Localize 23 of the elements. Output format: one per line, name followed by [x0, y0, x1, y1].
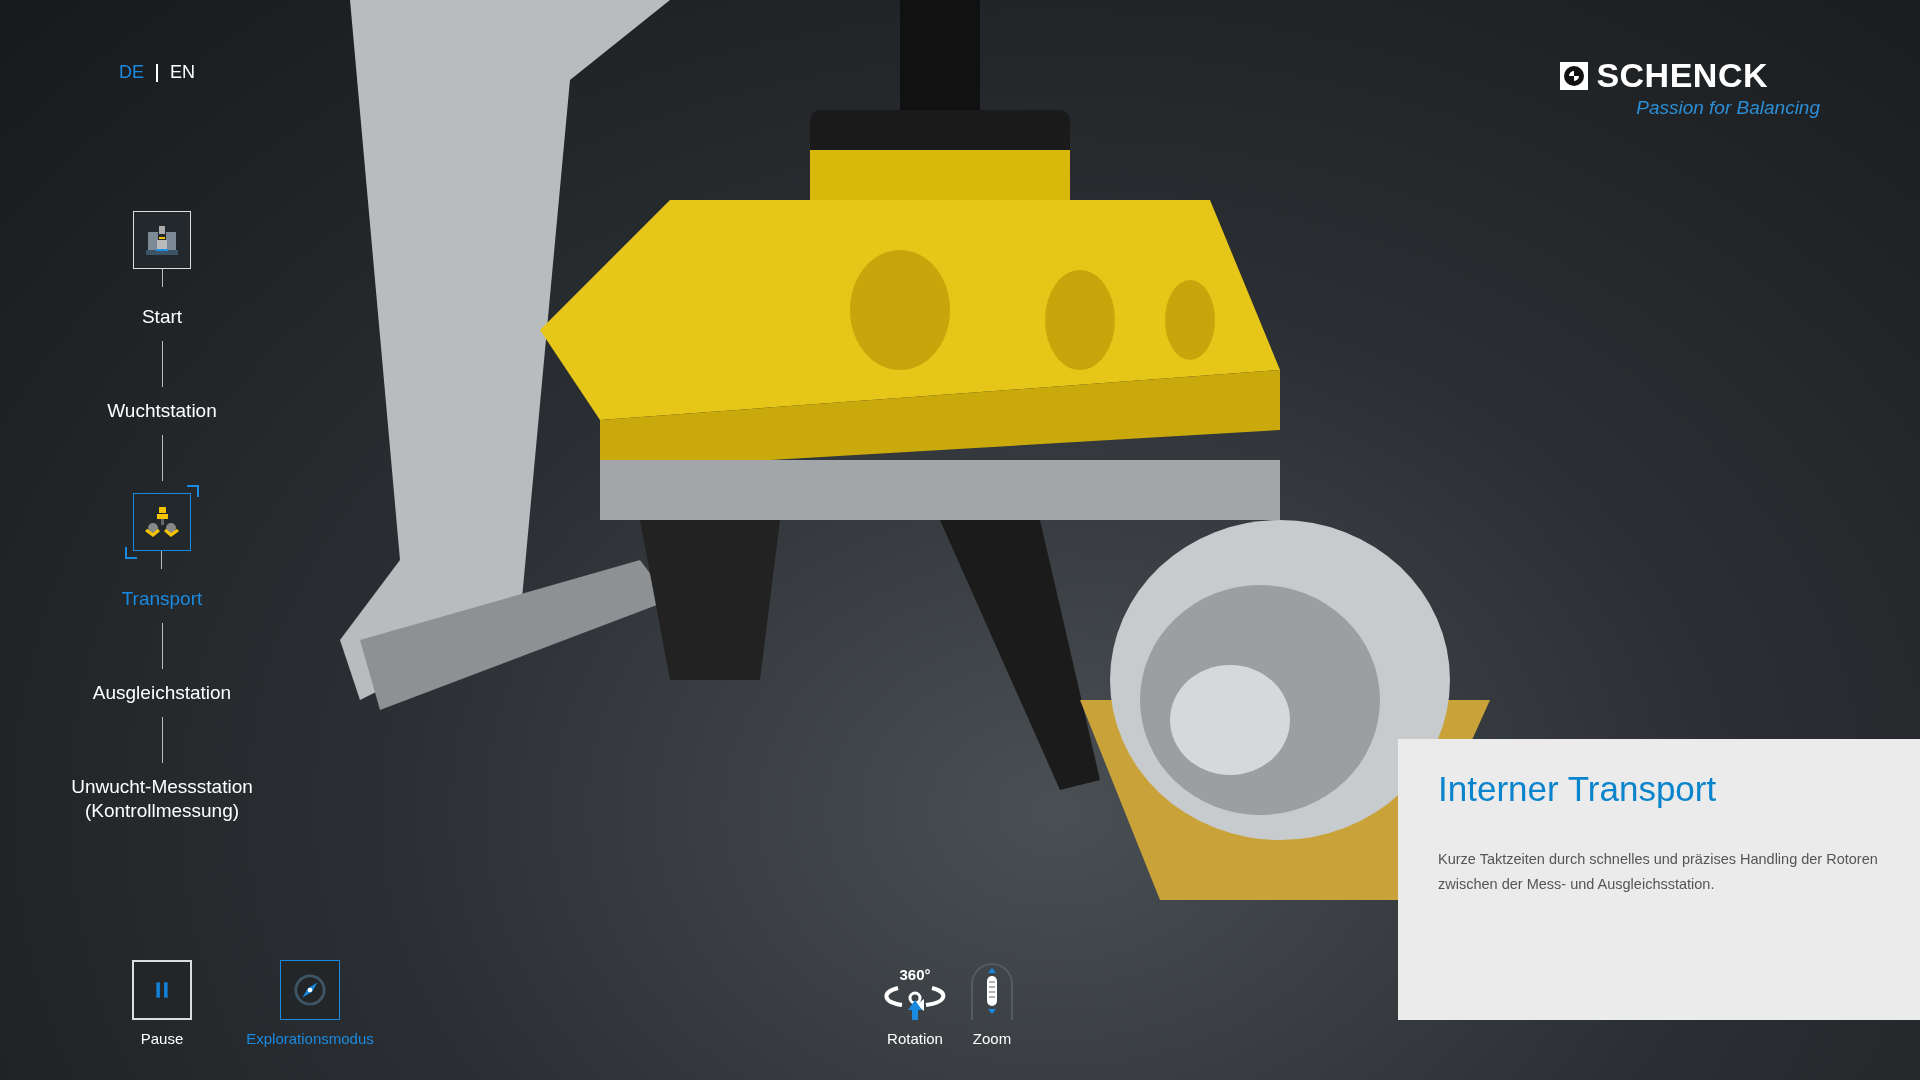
- step-link[interactable]: Ausgleichstation: [92, 681, 232, 705]
- language-link[interactable]: EN: [170, 62, 195, 83]
- rotation-degrees: 360°: [899, 968, 931, 982]
- hint-label: Rotation: [887, 1030, 943, 1047]
- mode-label: Pause: [140, 1030, 184, 1047]
- step-link[interactable]: Unwucht-Messstation (Kontrollmessung): [71, 775, 253, 823]
- selection-corner: [125, 547, 137, 559]
- hint-label: Zoom: [972, 1030, 1012, 1047]
- mouse-wheel-icon: [970, 962, 1014, 1022]
- step-icon-button[interactable]: [125, 485, 199, 559]
- step-link[interactable]: Start: [141, 305, 183, 329]
- language-link[interactable]: DE: [119, 62, 144, 83]
- logo-tagline: Passion for Balancing: [1636, 97, 1820, 119]
- panel-text: Kurze Taktzeiten durch schnelles und präzises Handling der Rotoren zwischen der Mess- und Ausgleichsstation.: [1438, 850, 1879, 894]
- step-link[interactable]: Transport: [121, 587, 203, 611]
- compass-icon: [293, 973, 327, 1007]
- step-link[interactable]: Wuchtstation: [107, 399, 217, 423]
- panel-title: Interner Transport: [1438, 769, 1718, 809]
- mode-label: Explorationsmodus: [246, 1030, 374, 1047]
- logo-wordmark: SCHENCK: [1596, 56, 1768, 95]
- logo-mark-icon: [1560, 61, 1589, 90]
- pause-icon: [155, 980, 169, 1000]
- selection-corner: [187, 485, 199, 497]
